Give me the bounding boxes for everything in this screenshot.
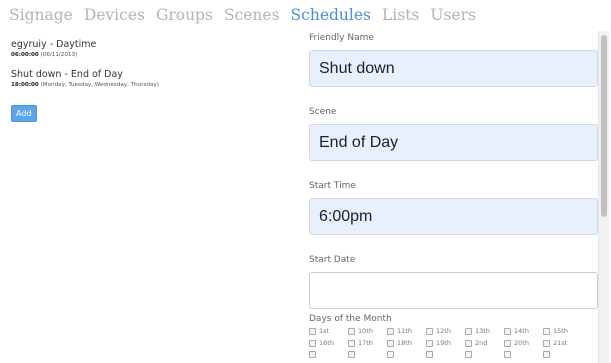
day-checkbox[interactable]: 10th bbox=[348, 327, 387, 335]
friendly-name-label: Friendly Name bbox=[309, 33, 374, 43]
checkbox-icon[interactable] bbox=[309, 351, 316, 358]
day-label: 12th bbox=[436, 327, 451, 335]
checkbox-icon[interactable] bbox=[309, 327, 316, 335]
day-checkbox[interactable] bbox=[309, 351, 348, 358]
schedule-item[interactable]: egyruiy - Daytime 06:00:00 (06/11/2013) bbox=[11, 39, 291, 59]
nav-schedules[interactable]: Schedules bbox=[291, 3, 371, 29]
day-checkbox[interactable]: 11th bbox=[387, 327, 426, 335]
schedule-time: 18:00:00 bbox=[11, 82, 39, 88]
day-label: 19th bbox=[436, 339, 451, 347]
schedule-days: (Monday, Tuesday, Wednesday, Thursday) bbox=[40, 82, 159, 88]
day-label: 11th bbox=[397, 327, 412, 335]
day-checkbox[interactable] bbox=[387, 351, 426, 358]
day-checkbox[interactable]: 19th bbox=[426, 339, 465, 347]
checkbox-icon[interactable] bbox=[543, 351, 550, 358]
checkbox-icon[interactable] bbox=[387, 339, 394, 347]
nav-signage[interactable]: Signage bbox=[9, 3, 73, 29]
nav-scenes[interactable]: Scenes bbox=[224, 3, 280, 29]
nav-groups[interactable]: Groups bbox=[156, 3, 213, 29]
checkbox-icon[interactable] bbox=[426, 339, 433, 347]
day-label: 17th bbox=[358, 339, 373, 347]
start-date-input[interactable] bbox=[309, 272, 598, 309]
day-checkbox[interactable] bbox=[465, 351, 504, 358]
day-label: 15th bbox=[553, 327, 568, 335]
checkbox-icon[interactable] bbox=[426, 351, 433, 358]
days-of-month: Days of the Month 1st 10th 11th 12th 13th 14t… bbox=[309, 314, 598, 358]
schedule-detail: 06:00:00 (06/11/2013) bbox=[11, 51, 291, 59]
day-checkbox[interactable]: 20th bbox=[504, 339, 543, 347]
day-label: 10th bbox=[358, 327, 373, 335]
main-nav: Signage Devices Groups Scenes Schedules Lists… bbox=[9, 3, 487, 29]
day-label: 16th bbox=[319, 339, 334, 347]
checkbox-icon[interactable] bbox=[348, 339, 355, 347]
day-label: 2nd bbox=[475, 339, 488, 347]
day-checkbox[interactable] bbox=[543, 351, 582, 358]
day-checkbox[interactable] bbox=[504, 351, 543, 358]
scrollbar-thumb[interactable] bbox=[601, 35, 607, 217]
schedule-name[interactable]: egyruiy - Daytime bbox=[11, 39, 291, 51]
schedule-date: (06/11/2013) bbox=[40, 52, 78, 58]
checkbox-icon[interactable] bbox=[504, 327, 511, 335]
days-of-month-label: Days of the Month bbox=[309, 314, 392, 324]
nav-lists[interactable]: Lists bbox=[382, 3, 419, 29]
checkbox-icon[interactable] bbox=[387, 327, 394, 335]
day-label: 21st bbox=[553, 339, 568, 347]
schedule-item[interactable]: Shut down - End of Day 18:00:00 (Monday,… bbox=[11, 69, 291, 89]
day-checkbox[interactable] bbox=[348, 351, 387, 358]
start-date-label: Start Date bbox=[309, 255, 356, 265]
checkbox-icon[interactable] bbox=[504, 351, 511, 358]
start-time-label: Start Time bbox=[309, 181, 356, 191]
checkbox-icon[interactable] bbox=[426, 327, 433, 335]
checkbox-icon[interactable] bbox=[543, 339, 550, 347]
day-checkbox[interactable]: 16th bbox=[309, 339, 348, 347]
schedule-name[interactable]: Shut down - End of Day bbox=[11, 69, 291, 81]
day-label: 1st bbox=[319, 327, 330, 335]
day-checkbox[interactable]: 13th bbox=[465, 327, 504, 335]
day-checkbox[interactable]: 17th bbox=[348, 339, 387, 347]
day-label: 18th bbox=[397, 339, 412, 347]
day-label: 20th bbox=[514, 339, 529, 347]
day-checkbox[interactable] bbox=[426, 351, 465, 358]
day-label: 13th bbox=[475, 327, 490, 335]
add-schedule-button[interactable]: Add bbox=[11, 105, 37, 122]
scene-label: Scene bbox=[309, 107, 337, 117]
nav-users[interactable]: Users bbox=[430, 3, 476, 29]
start-time-input[interactable]: 6:00pm bbox=[309, 198, 598, 235]
checkbox-icon[interactable] bbox=[543, 327, 550, 335]
scrollbar[interactable] bbox=[598, 31, 609, 363]
day-checkbox[interactable]: 21st bbox=[543, 339, 582, 347]
checkbox-icon[interactable] bbox=[348, 351, 355, 358]
day-checkbox[interactable]: 18th bbox=[387, 339, 426, 347]
schedule-time: 06:00:00 bbox=[11, 52, 39, 58]
schedule-list: egyruiy - Daytime 06:00:00 (06/11/2013) … bbox=[11, 39, 291, 122]
schedule-detail: 18:00:00 (Monday, Tuesday, Wednesday, Th… bbox=[11, 81, 291, 89]
day-checkbox-grid: 1st 10th 11th 12th 13th 14th 15th 16th 17th 18th 1… bbox=[309, 327, 598, 358]
day-label: 14th bbox=[514, 327, 529, 335]
day-checkbox[interactable]: 15th bbox=[543, 327, 582, 335]
nav-devices[interactable]: Devices bbox=[84, 3, 145, 29]
schedule-form: Friendly Name Shut down Scene End of Day… bbox=[309, 32, 598, 309]
day-checkbox[interactable]: 12th bbox=[426, 327, 465, 335]
checkbox-icon[interactable] bbox=[387, 351, 394, 358]
scene-select[interactable]: End of Day bbox=[309, 124, 598, 161]
checkbox-icon[interactable] bbox=[465, 351, 472, 358]
day-checkbox[interactable]: 14th bbox=[504, 327, 543, 335]
checkbox-icon[interactable] bbox=[504, 339, 511, 347]
friendly-name-input[interactable]: Shut down bbox=[309, 50, 598, 87]
checkbox-icon[interactable] bbox=[465, 327, 472, 335]
checkbox-icon[interactable] bbox=[465, 339, 472, 347]
day-checkbox[interactable]: 2nd bbox=[465, 339, 504, 347]
checkbox-icon[interactable] bbox=[348, 327, 355, 335]
checkbox-icon[interactable] bbox=[309, 339, 316, 347]
day-checkbox[interactable]: 1st bbox=[309, 327, 348, 335]
